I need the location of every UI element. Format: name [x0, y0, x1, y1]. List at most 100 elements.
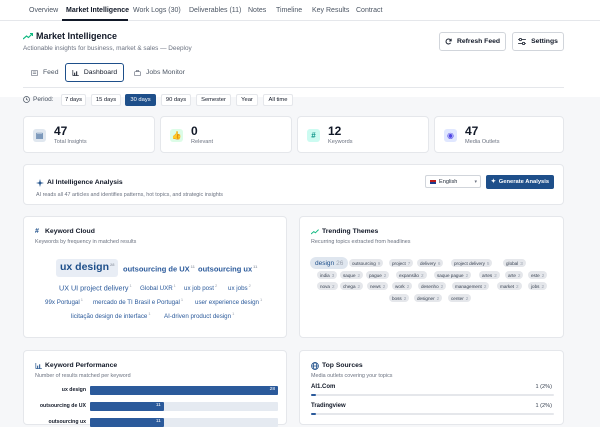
keyword-cloud-card: # Keyword Cloud Keywords by frequency in…: [23, 216, 287, 338]
theme-tag[interactable]: desenho 2: [418, 282, 447, 290]
period-semester[interactable]: Semester: [196, 94, 231, 106]
hash-icon: #: [35, 228, 39, 235]
source-name[interactable]: AI1.Com: [311, 384, 335, 390]
theme-tag[interactable]: management 2: [452, 282, 490, 290]
period-15-days[interactable]: 15 days: [91, 94, 121, 106]
source-bar-track: [311, 413, 554, 415]
bar-label: outsourcing ux: [48, 419, 86, 425]
thumbs-up-icon: 👍: [170, 129, 183, 142]
keyword-cloud-subtitle: Keywords by frequency in matched results: [35, 239, 137, 245]
keyword-item[interactable]: AI-driven product design1: [164, 311, 234, 320]
keyword-performance-card: Keyword Performance Number of results ma…: [23, 350, 287, 427]
generate-analysis-button[interactable]: ✦ Generate Analysis: [486, 175, 554, 189]
language-value: English: [439, 178, 458, 185]
bar-chart-icon: [72, 69, 79, 76]
theme-tag[interactable]: designer 2: [414, 294, 443, 302]
period-year[interactable]: Year: [236, 94, 258, 106]
theme-tag[interactable]: pague 2: [366, 271, 390, 279]
bar-label: outsourcing de UX: [39, 403, 86, 409]
keyword-item[interactable]: mercado de TI Brasil e Portugal1: [93, 297, 183, 306]
stat-value: 0: [191, 124, 198, 138]
keyword-performance-title: Keyword Performance: [45, 362, 118, 369]
theme-tag[interactable]: delivery 6: [417, 259, 444, 267]
source-bar-track: [311, 394, 554, 396]
theme-tag[interactable]: india 3: [317, 271, 338, 279]
view-tab-jobs-monitor[interactable]: Jobs Monitor: [134, 63, 190, 82]
theme-tag[interactable]: outsourcing 9: [349, 259, 384, 267]
tab-deliverables[interactable]: Deliverables (11): [189, 7, 241, 14]
keyword-item[interactable]: outsourcing ux11: [198, 264, 257, 274]
period-30-days[interactable]: 30 days: [125, 94, 156, 106]
tab-market-intelligence[interactable]: Market Intelligence: [66, 7, 129, 14]
keyword-item[interactable]: ux job post2: [184, 283, 217, 292]
theme-tag[interactable]: jobs 2: [528, 282, 547, 290]
theme-tag[interactable]: news 2: [367, 282, 389, 290]
tab-notes[interactable]: Notes: [248, 7, 266, 14]
hash-icon: #: [307, 129, 320, 142]
stat-card-relevant: 👍 0 Relevant: [160, 116, 292, 153]
period-90-days[interactable]: 90 days: [161, 94, 191, 106]
view-tab-label: Dashboard: [83, 69, 118, 76]
keyword-item[interactable]: Global UXR1: [140, 283, 176, 292]
globe-icon: [311, 362, 319, 370]
keyword-performance-subtitle: Number of results matched per keyword: [35, 373, 131, 379]
tab-overview[interactable]: Overview: [29, 7, 58, 14]
bar-track: 11: [90, 418, 278, 427]
bar-track: 28: [90, 386, 278, 395]
tab-key-results[interactable]: Key Results: [312, 7, 349, 14]
theme-tag[interactable]: expansão 2: [396, 271, 427, 279]
bar-track: 11: [90, 402, 278, 411]
theme-tag[interactable]: saque pague 2: [434, 271, 472, 279]
theme-tag[interactable]: project 7: [389, 259, 414, 267]
theme-tag[interactable]: project delivery 5: [451, 259, 493, 267]
theme-tag[interactable]: nova 2: [317, 282, 338, 290]
tab-contract[interactable]: Contract: [356, 7, 382, 14]
language-select[interactable]: English ▾: [425, 175, 481, 188]
stat-card-media-outlets: ◉ 47 Media Outlets: [434, 116, 564, 153]
keyword-item[interactable]: ux design28: [60, 261, 114, 273]
theme-tag[interactable]: center 2: [448, 294, 472, 302]
sparkles-icon: [36, 179, 44, 187]
bar-value: 28: [269, 387, 275, 392]
period-all-time[interactable]: All time: [263, 94, 293, 106]
theme-tag[interactable]: design 26: [310, 257, 349, 269]
newspaper-icon: [31, 69, 38, 76]
keyword-item[interactable]: ux jobs2: [228, 283, 251, 292]
theme-tag[interactable]: boss 2: [389, 294, 410, 302]
bar-label: ux design: [61, 387, 86, 393]
keyword-item[interactable]: outsourcing de UX11: [123, 264, 195, 274]
period-7-days[interactable]: 7 days: [61, 94, 86, 106]
stat-label: Relevant: [191, 139, 214, 145]
theme-tag[interactable]: artes 2: [479, 271, 500, 279]
source-name[interactable]: Tradingview: [311, 403, 346, 409]
theme-tag[interactable]: saque 2: [340, 271, 364, 279]
theme-tag[interactable]: este 2: [528, 271, 548, 279]
theme-tag[interactable]: arte 2: [505, 271, 524, 279]
refresh-feed-button[interactable]: Refresh Feed: [439, 32, 506, 51]
keyword-item[interactable]: licitação design de interface1: [71, 311, 151, 320]
sparkles-icon: ✦: [490, 179, 496, 185]
settings-label: Settings: [531, 38, 558, 45]
theme-tag[interactable]: market 2: [497, 282, 522, 290]
stat-value: 47: [465, 124, 479, 138]
globe-icon: ◉: [444, 129, 457, 142]
stat-card-keywords: # 12 Keywords: [297, 116, 429, 153]
view-tab-feed[interactable]: Feed: [31, 63, 59, 82]
keyword-item[interactable]: user experience design1: [195, 297, 262, 306]
settings-button[interactable]: Settings: [512, 32, 564, 51]
view-tab-dashboard[interactable]: Dashboard: [65, 63, 124, 82]
stat-value: 12: [328, 124, 342, 138]
tab-work-logs[interactable]: Work Logs (30): [133, 7, 181, 14]
theme-tag[interactable]: work 2: [392, 282, 413, 290]
newspaper-icon: ▤: [33, 129, 46, 142]
keyword-item[interactable]: UX UI project delivery1: [59, 283, 132, 292]
source-count: 1 (2%): [535, 403, 552, 409]
keyword-item[interactable]: 99x Portugal1: [45, 297, 83, 306]
top-sources-card: Top Sources Media outlets covering your …: [299, 350, 564, 425]
refresh-feed-label: Refresh Feed: [456, 38, 501, 45]
trending-themes-title: Trending Themes: [322, 228, 379, 235]
top-sources-title: Top Sources: [322, 362, 363, 369]
tab-timeline[interactable]: Timeline: [276, 7, 302, 14]
theme-tag[interactable]: global 3: [503, 259, 526, 267]
theme-tag[interactable]: chega 2: [340, 282, 364, 290]
